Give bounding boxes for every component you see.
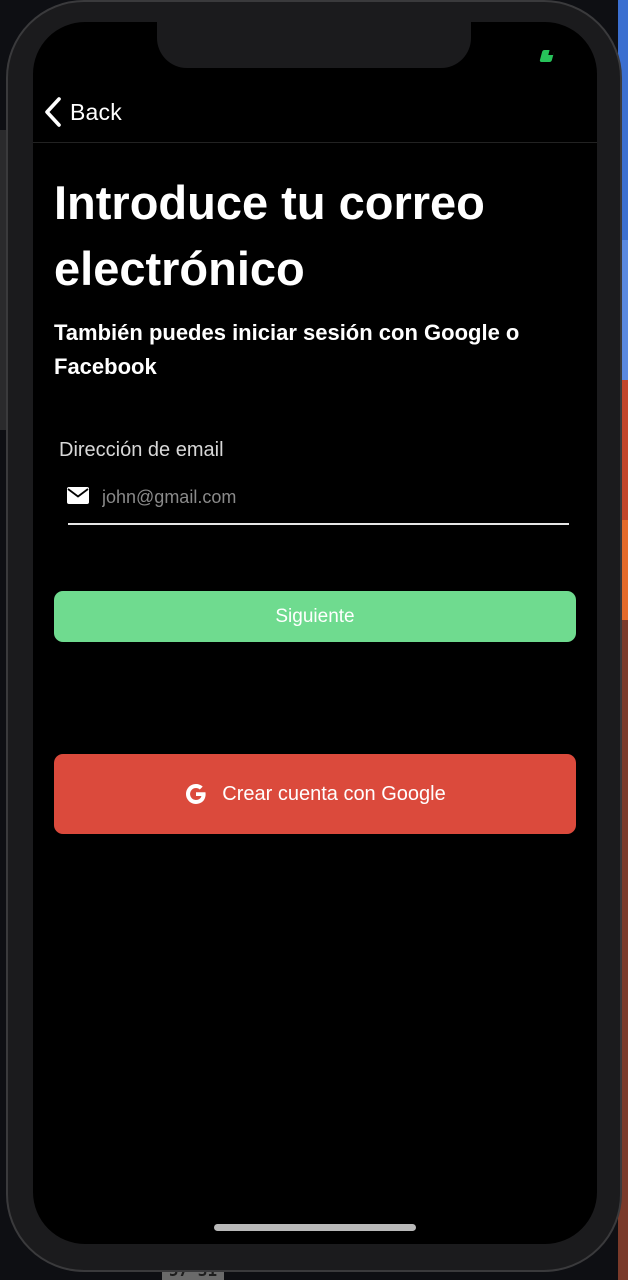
email-field[interactable]: [102, 482, 562, 512]
desktop-background: 57 31 Back Introduce tu correo electróni…: [0, 0, 628, 1280]
next-button-label: Siguiente: [275, 605, 355, 627]
google-signup-button-label: Crear cuenta con Google: [222, 782, 446, 805]
email-field-label: Dirección de email: [59, 439, 224, 461]
nav-divider: [33, 142, 597, 143]
google-g-icon: [186, 784, 206, 804]
chevron-left-icon: [45, 97, 61, 127]
back-button[interactable]: Back: [44, 96, 122, 128]
email-field-underline: [68, 523, 569, 525]
google-signup-button[interactable]: Crear cuenta con Google: [54, 754, 576, 834]
next-button[interactable]: Siguiente: [54, 591, 576, 642]
home-indicator[interactable]: [214, 1224, 416, 1231]
back-button-label: Back: [70, 98, 122, 125]
phone-notch: [157, 22, 471, 68]
page-subtitle: También puedes iniciar sesión con Google…: [54, 320, 520, 379]
envelope-icon: [67, 487, 89, 504]
page-title: Introduce tu correo electrónico: [54, 176, 485, 295]
